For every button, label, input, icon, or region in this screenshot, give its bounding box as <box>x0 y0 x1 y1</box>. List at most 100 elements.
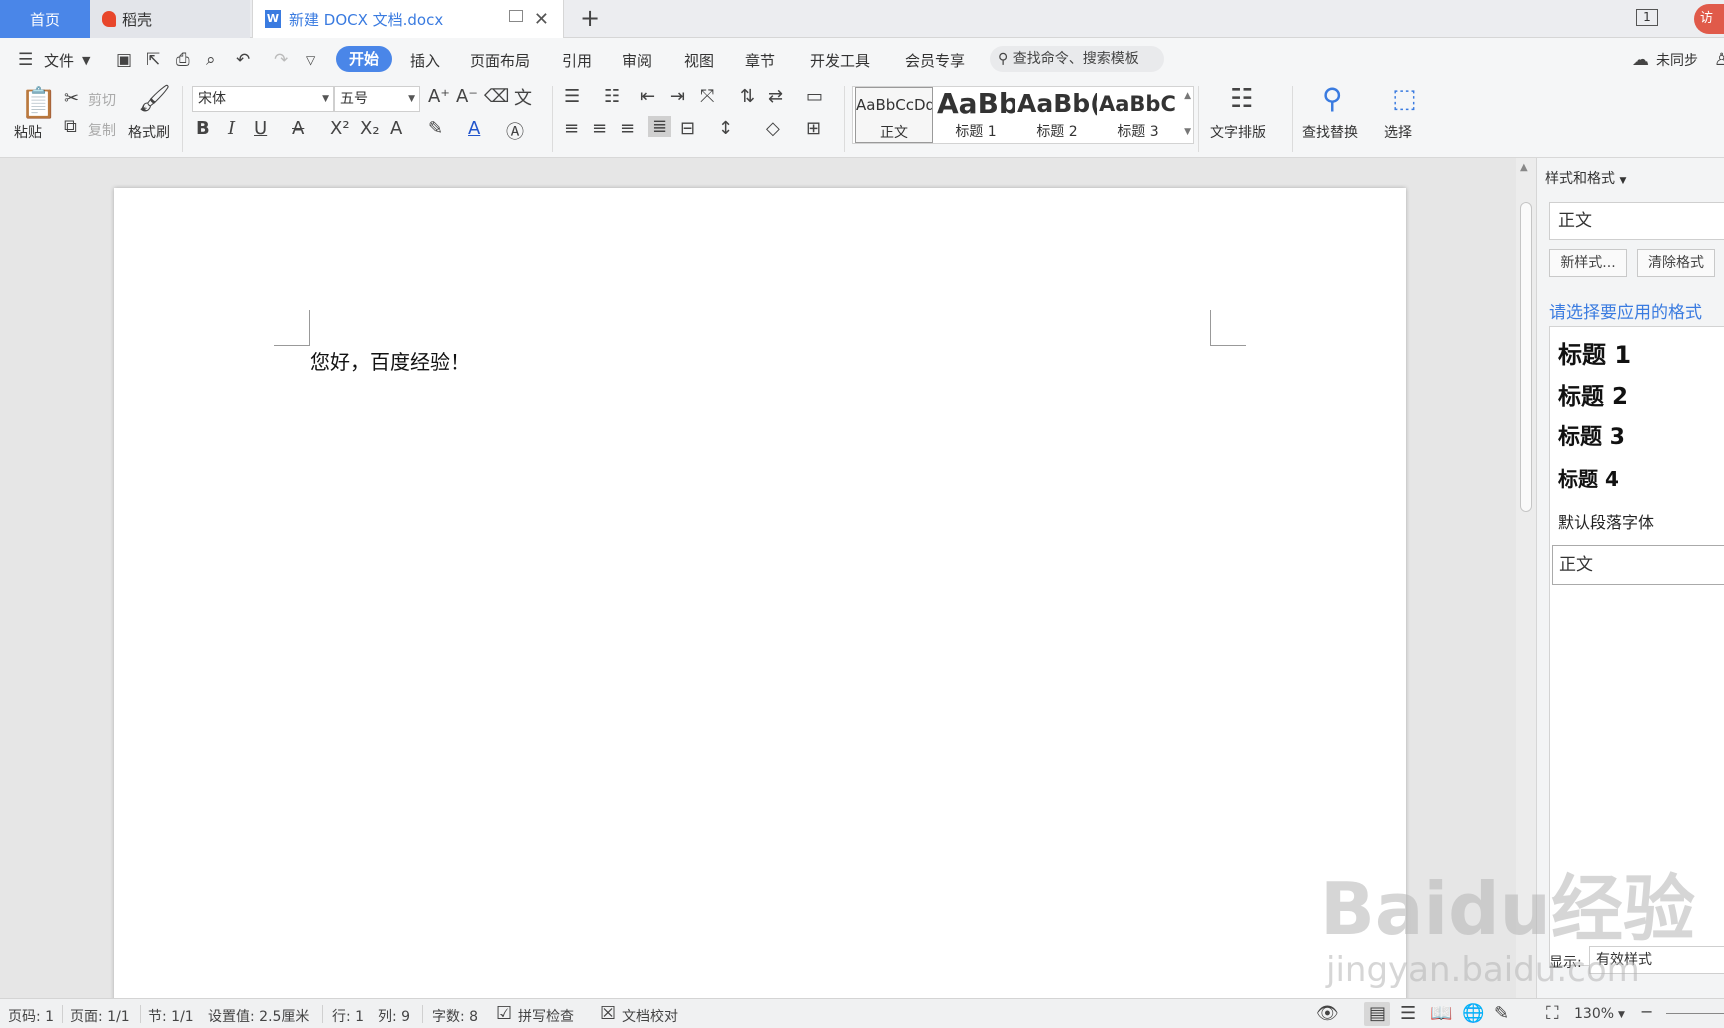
new-style-button[interactable]: 新样式... <box>1549 249 1627 277</box>
menu-insert[interactable]: 插入 <box>410 50 440 71</box>
border-icon[interactable]: ⊞ <box>806 118 821 139</box>
status-setting[interactable]: 设置值: 2.5厘米 <box>208 1006 309 1026</box>
style-item-default-font[interactable]: 默认段落字体 <box>1558 509 1654 533</box>
grow-font-icon[interactable]: A⁺ <box>428 86 450 107</box>
shading-icon[interactable]: ◇ <box>766 118 780 139</box>
status-pages[interactable]: 页面: 1/1 <box>70 1006 130 1026</box>
highlight-icon[interactable]: ✎ <box>428 118 443 139</box>
menu-references[interactable]: 引用 <box>562 50 592 71</box>
format-painter-icon[interactable]: 🖌 <box>138 84 171 114</box>
account-icon[interactable]: ♙ <box>1714 50 1724 70</box>
sort-icon[interactable]: ⇅ <box>740 86 755 107</box>
style-heading-3[interactable]: AaBbC( 标题 3 <box>1099 87 1177 143</box>
style-item-heading-3[interactable]: 标题 3 <box>1558 419 1625 451</box>
document-text[interactable]: 您好，百度经验！ <box>310 346 470 375</box>
select-button[interactable]: 选择 <box>1384 122 1412 142</box>
style-item-heading-4[interactable]: 标题 4 <box>1558 463 1619 492</box>
print-preview-icon[interactable]: ⌕ <box>206 50 216 70</box>
increase-indent-icon[interactable]: ⇥ <box>670 86 685 107</box>
zoom-out-icon[interactable]: − <box>1640 1002 1653 1021</box>
sync-status[interactable]: 未同步 <box>1656 50 1698 70</box>
decrease-indent-icon[interactable]: ⇤ <box>640 86 655 107</box>
save-icon[interactable]: ▣ <box>116 50 132 70</box>
phonetic-guide-icon[interactable]: 文 <box>514 84 532 110</box>
customize-toolbar-icon[interactable]: ▽ <box>306 53 315 67</box>
status-section[interactable]: 节: 1/1 <box>148 1006 194 1026</box>
status-column[interactable]: 列: 9 <box>378 1006 410 1026</box>
clear-format-button[interactable]: 清除格式 <box>1637 249 1715 277</box>
outline-view-icon[interactable]: ☰ <box>1400 1003 1416 1024</box>
tab-daoke[interactable]: 稻壳 <box>90 0 250 38</box>
bullet-list-icon[interactable]: ☰ <box>564 86 580 107</box>
copy-icon[interactable]: ⧉ <box>64 116 77 137</box>
tab-document[interactable]: W 新建 DOCX 文档.docx ✕ <box>252 0 564 38</box>
text-direction-icon[interactable]: ⇄ <box>768 86 783 107</box>
menu-review[interactable]: 审阅 <box>622 50 652 71</box>
copy-button[interactable]: 复制 <box>88 120 116 140</box>
menu-start[interactable]: 开始 <box>336 46 392 72</box>
style-item-selected[interactable]: 正文 <box>1552 545 1724 585</box>
status-word-count[interactable]: 字数: 8 <box>432 1006 478 1026</box>
hamburger-menu-icon[interactable]: ☰ <box>18 50 33 70</box>
zoom-slider[interactable] <box>1666 1013 1724 1014</box>
menu-developer[interactable]: 开发工具 <box>810 50 870 71</box>
spell-check-button[interactable]: 拼写检查 <box>518 1006 574 1026</box>
text-effect-icon[interactable]: A <box>390 118 402 139</box>
document-page[interactable]: 您好，百度经验！ <box>114 188 1406 1008</box>
distribute-icon[interactable]: ⊟ <box>680 118 695 139</box>
page-view-icon[interactable]: ▤ <box>1369 1003 1386 1024</box>
web-view-icon[interactable]: 🌐 <box>1462 1003 1484 1024</box>
zoom-level[interactable]: 130% <box>1574 1006 1614 1022</box>
superscript-icon[interactable]: X² <box>330 118 350 139</box>
gallery-scroll-up-icon[interactable]: ▲ <box>1184 91 1191 101</box>
status-line[interactable]: 行: 1 <box>332 1006 364 1026</box>
tab-home[interactable]: 首页 <box>0 0 90 38</box>
align-right-icon[interactable]: ≡ <box>620 118 635 139</box>
menu-member[interactable]: 会员专享 <box>905 50 965 71</box>
eye-protection-icon[interactable]: 👁 <box>1316 1003 1339 1024</box>
window-count-badge[interactable]: 1 <box>1636 9 1658 26</box>
reading-view-icon[interactable]: 📖 <box>1430 1003 1452 1024</box>
proofread-button[interactable]: 文档校对 <box>622 1006 678 1026</box>
bold-icon[interactable]: B <box>196 118 210 139</box>
justify-icon[interactable]: ≣ <box>648 116 672 137</box>
new-tab-button[interactable]: + <box>580 4 600 32</box>
gallery-expand-icon[interactable]: ▼ <box>1184 127 1191 137</box>
clear-format-icon[interactable]: ⌫ <box>484 86 509 107</box>
cut-button[interactable]: 剪切 <box>88 90 116 110</box>
font-size-select[interactable]: 五号 ▼ <box>334 86 420 112</box>
menu-chapter[interactable]: 章节 <box>745 50 775 71</box>
write-mode-icon[interactable]: ✎ <box>1494 1003 1509 1024</box>
chevron-down-icon[interactable]: ▼ <box>1618 1010 1625 1020</box>
style-item-heading-1[interactable]: 标题 1 <box>1558 335 1631 370</box>
subscript-icon[interactable]: X₂ <box>360 118 380 139</box>
scrollbar-thumb[interactable] <box>1520 202 1532 512</box>
font-color-icon[interactable]: A <box>468 118 480 139</box>
shrink-font-icon[interactable]: A⁻ <box>456 86 478 107</box>
select-icon[interactable]: ⬚ <box>1392 84 1417 114</box>
line-spacing-icon[interactable]: ↕ <box>718 118 733 139</box>
paste-icon[interactable]: 📋 <box>20 86 57 121</box>
strikethrough-icon[interactable]: A <box>292 118 304 139</box>
menu-page-layout[interactable]: 页面布局 <box>470 50 530 71</box>
status-page-number[interactable]: 页码: 1 <box>8 1006 54 1026</box>
pane-title[interactable]: 样式和格式 ▼ <box>1545 168 1626 188</box>
style-heading-2[interactable]: AaBb( 标题 2 <box>1017 87 1097 143</box>
scroll-up-icon[interactable]: ▲ <box>1520 162 1528 173</box>
style-normal[interactable]: AaBbCcDd 正文 <box>855 87 933 143</box>
undo-icon[interactable]: ↶ <box>236 50 250 70</box>
user-avatar[interactable]: 访 <box>1694 4 1724 34</box>
chinese-layout-icon[interactable]: ⤧ <box>700 86 714 107</box>
redo-icon[interactable]: ↷ <box>274 50 288 70</box>
pin-tab-icon[interactable] <box>509 10 523 22</box>
text-layout-icon[interactable]: ☷ <box>1230 84 1253 114</box>
style-heading-1[interactable]: AaBb 标题 1 <box>937 87 1015 143</box>
export-icon[interactable]: ⇱ <box>146 50 160 70</box>
print-icon[interactable]: ⎙ <box>176 50 190 70</box>
find-replace-icon[interactable]: ⚲ <box>1322 82 1343 115</box>
cut-icon[interactable]: ✂ <box>64 88 79 109</box>
file-menu[interactable]: 文件 <box>44 50 74 71</box>
current-style-field[interactable]: 正文 <box>1549 202 1724 240</box>
align-left-icon[interactable]: ≡ <box>564 118 579 139</box>
fit-page-icon[interactable]: ⛶ <box>1546 1003 1559 1024</box>
